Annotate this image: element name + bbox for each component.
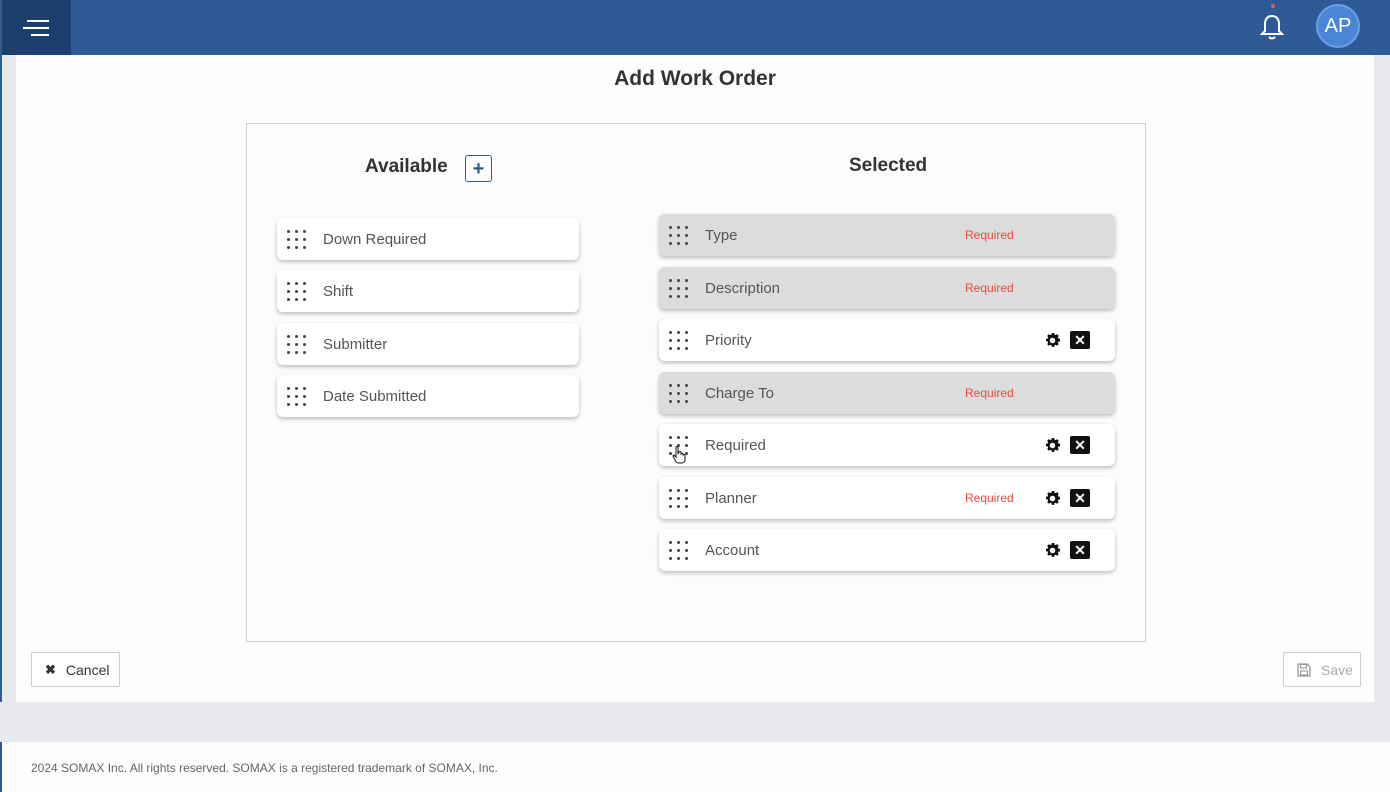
gear-icon[interactable] bbox=[1043, 331, 1062, 350]
drag-handle-icon[interactable] bbox=[669, 383, 689, 403]
drag-handle-icon[interactable] bbox=[669, 225, 689, 245]
hamburger-menu-icon bbox=[22, 19, 49, 36]
selected-item-description[interactable]: Description Required bbox=[659, 267, 1115, 309]
top-bar: AP bbox=[0, 0, 1390, 55]
close-icon: ✖ bbox=[45, 661, 56, 677]
drag-handle-icon[interactable] bbox=[287, 281, 307, 301]
drag-handle-icon[interactable] bbox=[669, 488, 689, 508]
selected-item-required[interactable]: Required ✕ bbox=[659, 424, 1115, 466]
main-content: Add Work Order Available + Down Required… bbox=[16, 55, 1374, 702]
selected-item-account[interactable]: Account ✕ bbox=[659, 529, 1115, 571]
drag-handle-icon[interactable] bbox=[287, 334, 307, 354]
required-label: Required bbox=[965, 228, 1014, 242]
required-label: Required bbox=[965, 281, 1014, 295]
item-label: Charge To bbox=[705, 384, 774, 402]
right-edge bbox=[1374, 55, 1390, 702]
plus-icon: + bbox=[472, 157, 485, 180]
item-label: Account bbox=[705, 541, 760, 559]
required-label: Required bbox=[965, 386, 1014, 400]
item-label: Required bbox=[705, 436, 766, 454]
cancel-button[interactable]: ✖ Cancel bbox=[31, 652, 120, 687]
remove-icon[interactable]: ✕ bbox=[1070, 331, 1090, 349]
notification-dot bbox=[1271, 4, 1275, 8]
menu-button[interactable] bbox=[2, 0, 71, 55]
selected-item-charge-to[interactable]: Charge To Required bbox=[659, 372, 1115, 414]
floppy-disk-icon bbox=[1297, 662, 1311, 677]
item-label: Type bbox=[705, 226, 738, 244]
selected-title: Selected bbox=[849, 155, 928, 176]
drag-handle-icon[interactable] bbox=[287, 386, 307, 406]
drag-handle-icon[interactable] bbox=[669, 278, 689, 298]
copyright-text: 2024 SOMAX Inc. All rights reserved. SOM… bbox=[31, 761, 498, 775]
item-label: Planner bbox=[705, 489, 757, 507]
item-label: Down Required bbox=[323, 230, 427, 248]
drag-handle-icon[interactable] bbox=[669, 330, 689, 350]
item-label: Priority bbox=[705, 331, 752, 349]
gear-icon[interactable] bbox=[1043, 436, 1062, 455]
selected-item-planner[interactable]: Planner Required ✕ bbox=[659, 477, 1115, 519]
drag-handle-icon[interactable] bbox=[287, 229, 307, 249]
selected-item-type[interactable]: Type Required bbox=[659, 214, 1115, 256]
save-button[interactable]: Save bbox=[1283, 652, 1361, 687]
user-avatar[interactable]: AP bbox=[1316, 4, 1360, 48]
drag-handle-icon[interactable] bbox=[669, 540, 689, 560]
hand-cursor-icon bbox=[672, 446, 686, 464]
remove-icon[interactable]: ✕ bbox=[1070, 489, 1090, 507]
item-label: Submitter bbox=[323, 335, 388, 353]
available-item[interactable]: Shift bbox=[277, 270, 579, 312]
item-label: Description bbox=[705, 279, 781, 297]
item-label: Date Submitted bbox=[323, 387, 427, 405]
selected-item-priority[interactable]: Priority ✕ bbox=[659, 319, 1115, 361]
available-item[interactable]: Date Submitted bbox=[277, 375, 579, 417]
footer: 2024 SOMAX Inc. All rights reserved. SOM… bbox=[0, 742, 1390, 792]
available-item[interactable]: Down Required bbox=[277, 218, 579, 260]
add-field-button[interactable]: + bbox=[465, 155, 492, 182]
remove-icon[interactable]: ✕ bbox=[1070, 436, 1090, 454]
gear-icon[interactable] bbox=[1043, 541, 1062, 560]
cancel-label: Cancel bbox=[65, 661, 110, 678]
available-title: Available bbox=[365, 156, 448, 177]
item-label: Shift bbox=[323, 282, 354, 300]
field-config-panel: Available + Down Required Shift Submitte… bbox=[246, 123, 1146, 642]
left-edge bbox=[0, 55, 16, 702]
remove-icon[interactable]: ✕ bbox=[1070, 541, 1090, 559]
page-title: Add Work Order bbox=[614, 67, 776, 90]
save-label: Save bbox=[1321, 661, 1353, 678]
bell-icon[interactable] bbox=[1258, 12, 1286, 42]
gear-icon[interactable] bbox=[1043, 489, 1062, 508]
available-item[interactable]: Submitter bbox=[277, 323, 579, 365]
required-label: Required bbox=[965, 491, 1014, 505]
